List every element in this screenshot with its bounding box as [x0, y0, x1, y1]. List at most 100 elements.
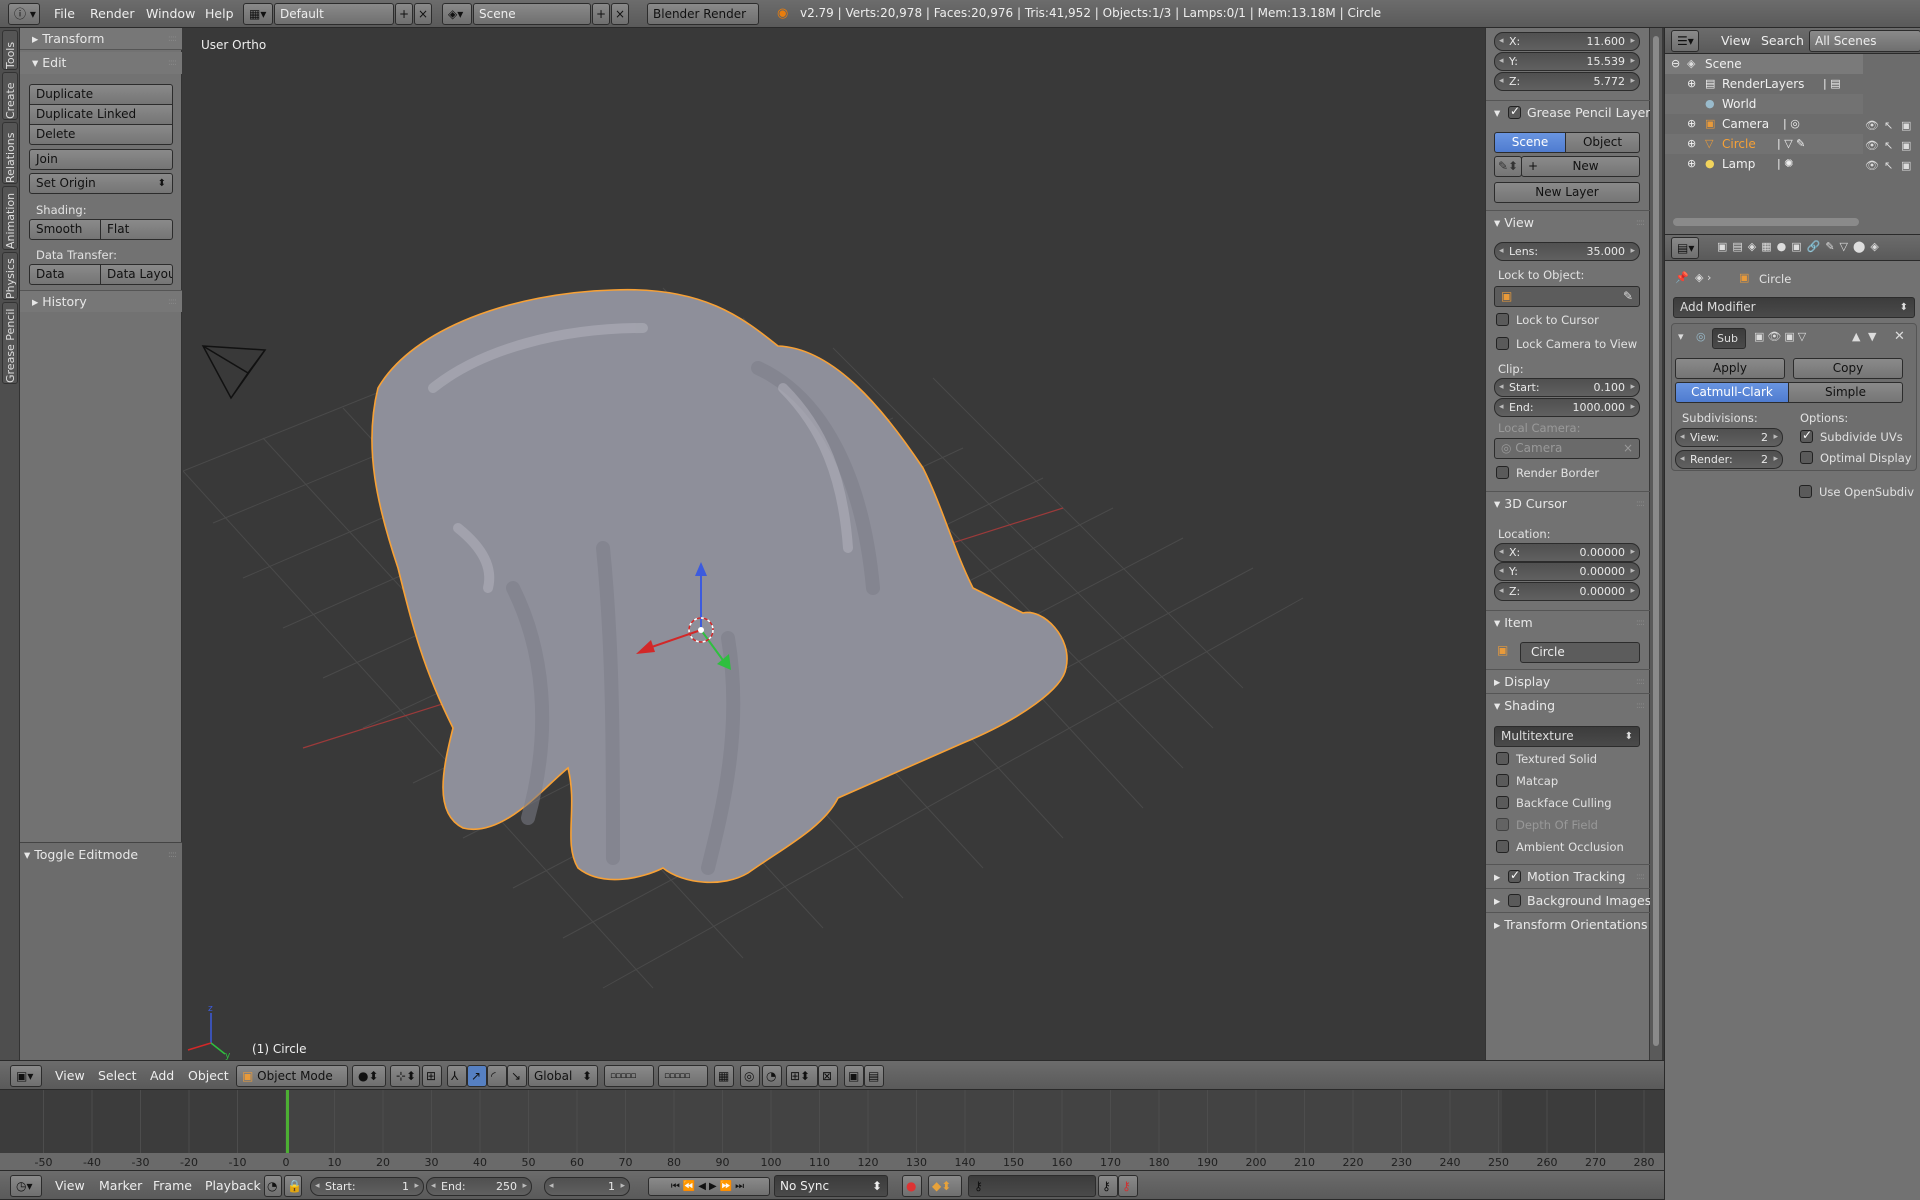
copy-button[interactable]: Copy [1793, 358, 1903, 379]
lock-to-cursor-checkbox[interactable] [1496, 313, 1509, 326]
menu-help[interactable]: Help [205, 6, 234, 21]
tab-relations[interactable]: Relations [2, 122, 18, 184]
duplicate-button[interactable]: Duplicate [29, 84, 173, 105]
end-frame-field[interactable]: End:250 [426, 1177, 532, 1196]
render-engine-dropdown[interactable]: Blender Render⬍ [647, 3, 759, 25]
view-panel-header[interactable]: ▾ View:::: [1486, 210, 1650, 232]
view3d-select-menu[interactable]: Select [98, 1068, 137, 1083]
shading-mode-dropdown[interactable]: Multitexture ⬍ [1494, 726, 1640, 747]
remove-layout-button[interactable]: × [414, 3, 432, 25]
visibility-eye-icon[interactable]: 👁 [1865, 139, 1879, 152]
tab-grease-pencil[interactable]: Grease Pencil [2, 302, 18, 384]
viewport-shading-dropdown[interactable]: ●⬍ [352, 1065, 386, 1087]
transform-orientations-header[interactable]: ▸ Transform Orientations [1486, 912, 1650, 934]
layout-name-field[interactable]: Default [274, 3, 394, 25]
display-panel-header[interactable]: ▸ Display:::: [1486, 669, 1650, 691]
render-opengl-anim-button[interactable]: ▤ [864, 1065, 884, 1087]
data-button[interactable]: Data [29, 264, 101, 285]
gp-object-button[interactable]: Object [1565, 132, 1640, 153]
select-arrow-icon[interactable]: ↖ [1884, 139, 1893, 152]
timeline-editor-menu[interactable]: ◷▾ [10, 1175, 42, 1197]
motion-tracking-checkbox[interactable] [1508, 868, 1521, 883]
current-frame-indicator[interactable] [286, 1090, 289, 1153]
context-tabs[interactable]: ▣▤◈▦●▣🔗✎▽⬤◈ [1717, 240, 1884, 253]
collapse-arrow-icon[interactable]: ▾ [1678, 330, 1684, 343]
background-images-checkbox[interactable] [1508, 894, 1521, 907]
timeline-marker-menu[interactable]: Marker [99, 1178, 142, 1193]
scene-name-field[interactable]: Scene [473, 3, 591, 25]
outliner-scrollbar[interactable] [1673, 218, 1859, 226]
grease-pencil-enable-checkbox[interactable] [1508, 104, 1521, 119]
tab-create[interactable]: Create [2, 72, 18, 120]
keying-set-field[interactable]: ⚷ [968, 1175, 1096, 1197]
item-panel-header[interactable]: ▾ Item:::: [1486, 610, 1650, 632]
edit-panel-header[interactable]: ▾ Edit:::: [20, 52, 182, 74]
textured-solid-checkbox[interactable] [1496, 752, 1509, 765]
duplicate-linked-button[interactable]: Duplicate Linked [29, 104, 173, 125]
outliner-row-camera[interactable]: ⊕ ▣ Camera | ◎ [1665, 114, 1863, 134]
move-up-icon[interactable]: ▲ [1852, 330, 1860, 343]
shading-panel-header[interactable]: ▾ Shading:::: [1486, 693, 1650, 715]
outliner-search-menu[interactable]: Search [1761, 33, 1804, 48]
menu-render[interactable]: Render [90, 6, 135, 21]
mode-dropdown[interactable]: ▣ Object Mode⬍ [236, 1065, 348, 1087]
item-name-field[interactable]: Circle [1520, 642, 1640, 663]
current-frame-field[interactable]: 1 [544, 1177, 630, 1196]
cursor-x-field[interactable]: X:0.00000 [1494, 543, 1640, 562]
location-x-field[interactable]: X:11.600 [1494, 32, 1640, 51]
cursor-y-field[interactable]: Y:0.00000 [1494, 562, 1640, 581]
grease-pencil-layers-header[interactable]: ▾Grease Pencil Layers [1486, 100, 1657, 122]
timeline-view-menu[interactable]: View [55, 1178, 85, 1193]
visibility-eye-icon[interactable]: 👁 [1865, 119, 1879, 132]
clip-start-field[interactable]: Start:0.100 [1494, 378, 1640, 397]
view-levels-field[interactable]: View:2 [1675, 428, 1783, 447]
snap-element-button[interactable]: ⊠ [818, 1065, 838, 1087]
location-z-field[interactable]: Z:5.772 [1494, 72, 1640, 91]
outliner-editor-menu[interactable]: ☰▾ [1671, 30, 1699, 52]
join-button[interactable]: Join [29, 149, 173, 170]
toggle-editmode-header[interactable]: ▾ Toggle Editmode:::: [12, 844, 182, 866]
history-panel-header[interactable]: ▸ History:::: [20, 290, 182, 312]
layout-picker-button[interactable]: ▦▾ [243, 3, 273, 25]
apply-button[interactable]: Apply [1675, 358, 1785, 379]
tab-physics[interactable]: Physics [2, 252, 18, 300]
tab-tools[interactable]: Tools [2, 30, 18, 70]
timeline-frame-menu[interactable]: Frame [153, 1178, 192, 1193]
menu-file[interactable]: File [54, 6, 75, 21]
modifier-visibility-icons[interactable]: ▣👁▣▽ [1754, 330, 1809, 343]
gp-brush-picker[interactable]: ✎⬍ [1494, 156, 1522, 177]
proportional-edit-button[interactable]: ◎ [740, 1065, 760, 1087]
remove-scene-button[interactable]: × [611, 3, 629, 25]
transform-orientation-dropdown[interactable]: Global ⬍ [528, 1065, 598, 1087]
render-camera-icon[interactable]: ▣ [1901, 159, 1911, 172]
matcap-checkbox[interactable] [1496, 774, 1509, 787]
optimal-display-checkbox[interactable] [1800, 451, 1813, 464]
render-camera-icon[interactable]: ▣ [1901, 139, 1911, 152]
manipulator-toggle[interactable]: ⊞ [422, 1065, 442, 1087]
3d-cursor-panel-header[interactable]: ▾ 3D Cursor:::: [1486, 491, 1650, 513]
outliner-row-world[interactable]: ● World [1665, 94, 1863, 114]
add-layout-button[interactable]: + [395, 3, 413, 25]
outliner-row-renderlayers[interactable]: ⊕ ▤ RenderLayers | ▤ [1665, 74, 1863, 94]
timeline[interactable]: -50 -40 -30 -20 -10 0 10 20 30 40 50 60 70 80 90 100 110… [0, 1090, 1664, 1170]
cursor-z-field[interactable]: Z:0.00000 [1494, 582, 1640, 601]
properties-scrollbar[interactable] [1650, 28, 1662, 1060]
backface-culling-checkbox[interactable] [1496, 796, 1509, 809]
lock-range-button[interactable]: 🔒 [284, 1175, 302, 1197]
catmull-clark-button[interactable]: Catmull-Clark [1675, 382, 1789, 403]
lens-field[interactable]: Lens:35.000 [1494, 242, 1640, 261]
set-origin-dropdown[interactable]: Set Origin ⬍ [29, 173, 173, 194]
motion-tracking-header[interactable]: ▸Motion Tracking:::: [1486, 864, 1650, 886]
remove-modifier-icon[interactable]: ✕ [1894, 329, 1905, 344]
view3d-add-menu[interactable]: Add [150, 1068, 174, 1083]
scale-manipulator[interactable]: ◜ [487, 1065, 507, 1087]
simple-button[interactable]: Simple [1788, 382, 1903, 403]
add-scene-button[interactable]: + [592, 3, 610, 25]
select-arrow-icon[interactable]: ↖ [1884, 119, 1893, 132]
view3d-editor-menu[interactable]: ▣▾ [10, 1065, 42, 1087]
location-y-field[interactable]: Y:15.539 [1494, 52, 1640, 71]
outliner-view-menu[interactable]: View [1721, 33, 1751, 48]
outliner-display-dropdown[interactable]: All Scenes [1809, 30, 1920, 52]
outliner-row-circle[interactable]: ⊕ ▽ Circle | ▽ ✎ [1665, 134, 1863, 154]
clip-end-field[interactable]: End:1000.000 [1494, 398, 1640, 417]
